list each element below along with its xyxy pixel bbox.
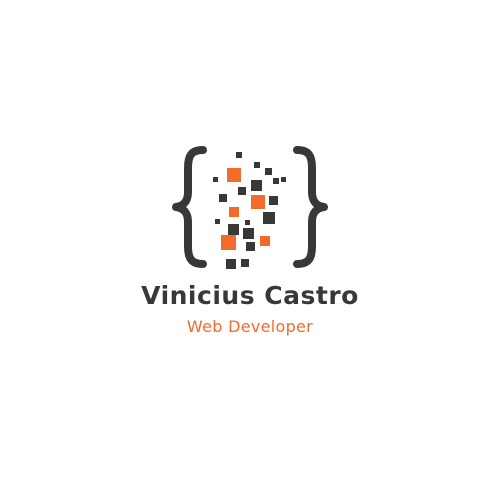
pixel-cluster (213, 152, 286, 269)
logo-canvas: Vinicius Castro Web Developer (0, 0, 500, 500)
brand-name: Vinicius Castro (141, 281, 359, 310)
brand-tagline: Web Developer (186, 317, 314, 336)
right-brace-icon (293, 146, 328, 268)
code-braces-pixel-icon (172, 146, 328, 269)
left-brace-icon (172, 146, 207, 268)
